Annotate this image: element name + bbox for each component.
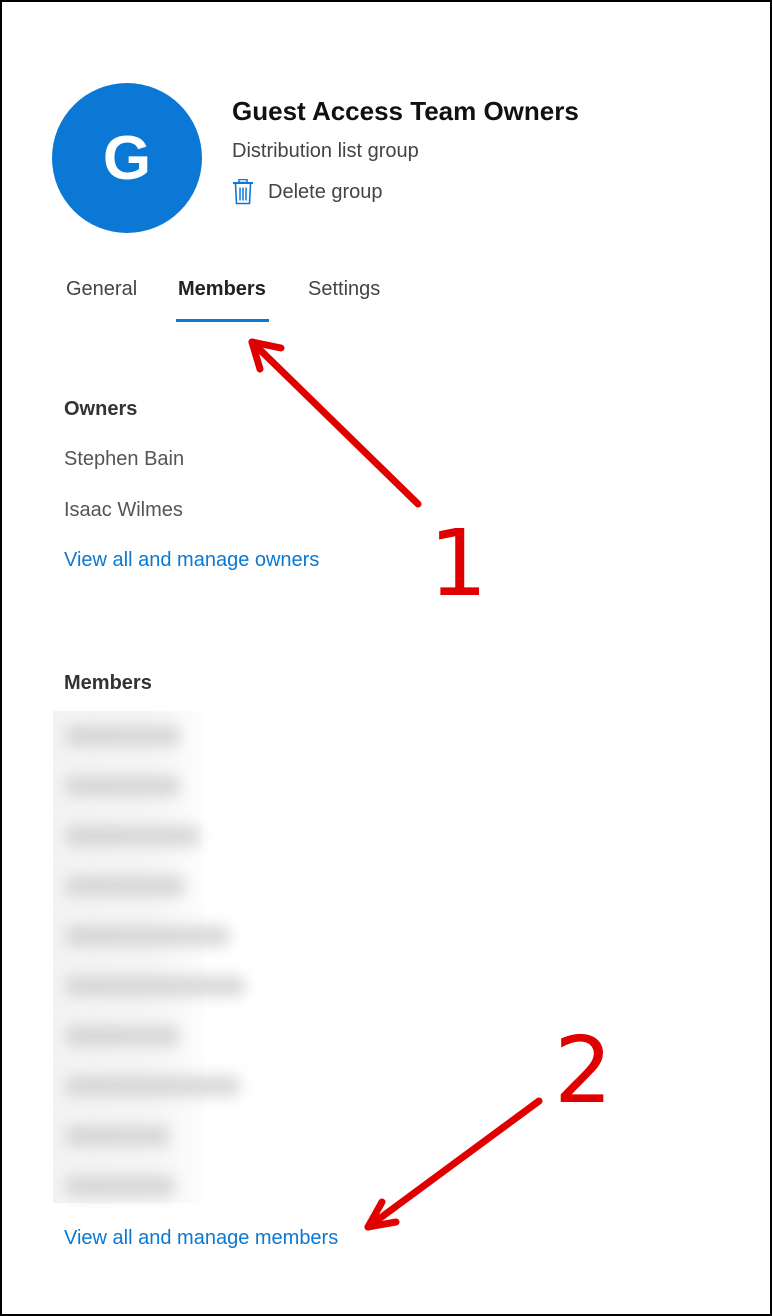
annotation-number-2: 2 — [554, 1017, 613, 1124]
annotation-arrows — [248, 338, 543, 1231]
annotation-arrow-1 — [248, 338, 422, 508]
annotation-number-1: 1 — [429, 510, 488, 617]
annotation-arrow-2 — [364, 1097, 543, 1231]
group-details-panel: G Guest Access Team Owners Distribution … — [0, 0, 772, 1316]
